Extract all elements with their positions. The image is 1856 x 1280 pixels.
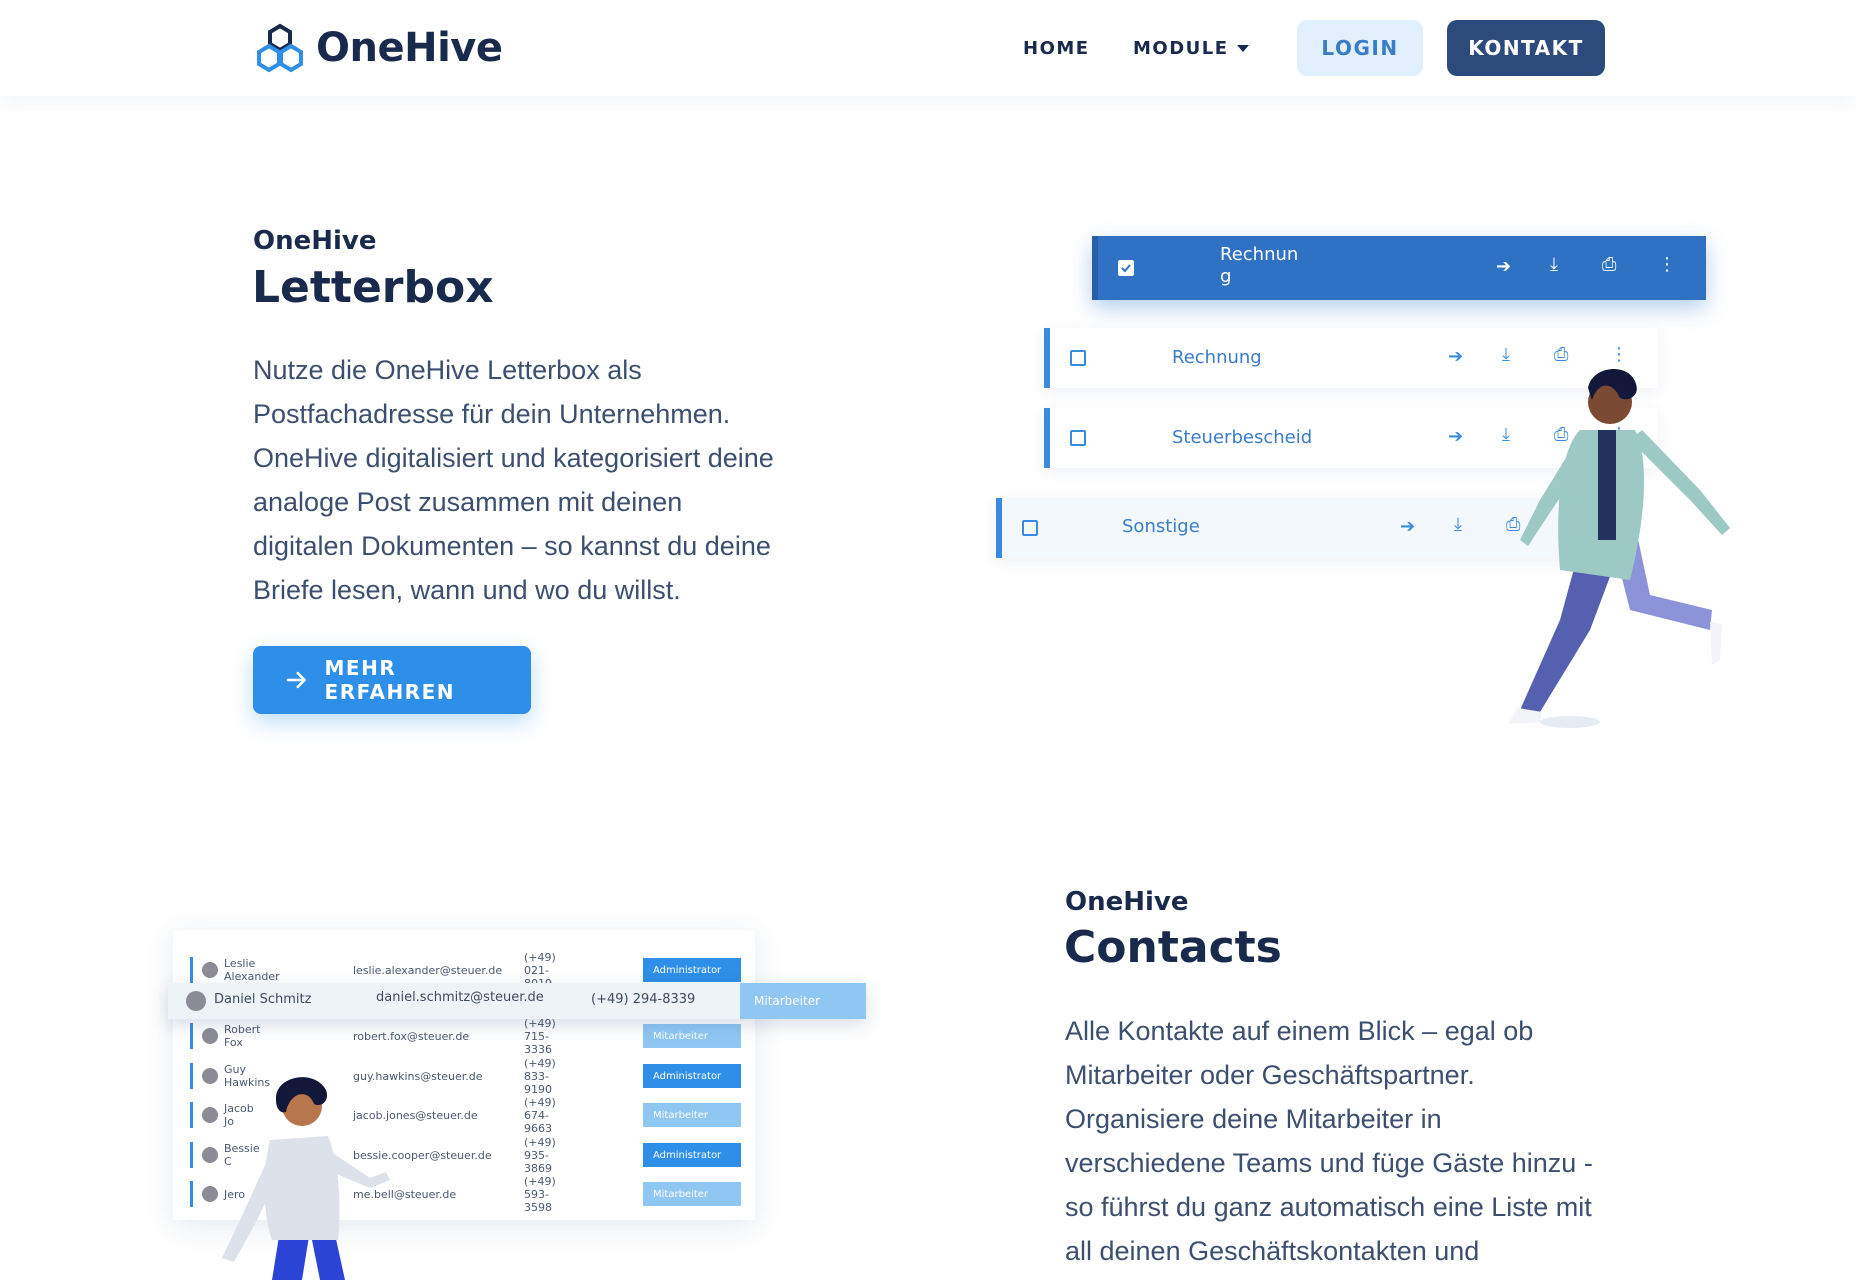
- checkbox-icon: [1070, 430, 1086, 446]
- contacts-line: verschiedene Teams und füge Gäste hinzu …: [1065, 1148, 1593, 1178]
- role-badge: Administrator: [643, 1143, 741, 1167]
- avatar: [186, 991, 206, 1011]
- row-accent: [1092, 236, 1098, 300]
- contact-name: Leslie Alexander: [224, 957, 280, 983]
- download-icon: ⤓: [1550, 254, 1558, 275]
- onehive-logo-icon: [257, 23, 303, 73]
- contacts-line: Organisiere deine Mitarbeiter in: [1065, 1104, 1442, 1134]
- avatar: [202, 962, 218, 978]
- role-badge: Mitarbeiter: [740, 983, 866, 1019]
- arrow-right-icon: ➔: [1400, 516, 1416, 537]
- contact-phone: (+49) 294-8339: [591, 992, 696, 1007]
- caret-down-icon: [1236, 45, 1249, 52]
- nav-module[interactable]: MODULE: [1133, 38, 1249, 59]
- contacts-eyebrow: OneHive: [1065, 887, 1189, 917]
- letterbox-line: OneHive digitalisiert und kategorisiert …: [253, 443, 774, 473]
- row-accent: [190, 1181, 193, 1207]
- contact-name: Daniel Schmitz: [214, 992, 312, 1007]
- doc-label-line: g: [1220, 266, 1232, 287]
- site-header: OneHive HOME MODULE LOGIN KONTAKT: [0, 0, 1856, 96]
- nav-home[interactable]: HOME: [1023, 38, 1090, 59]
- logo-text: OneHive: [316, 25, 503, 71]
- letterbox-line: analoge Post zusammen mit deinen: [253, 487, 683, 517]
- kontakt-button[interactable]: KONTAKT: [1447, 20, 1605, 76]
- checkbox-icon: [1070, 350, 1086, 366]
- doc-row-rechnung-selected: Rechnun g ➔ ⤓ ⎙ ⋮: [1092, 236, 1706, 300]
- mehr-erfahren-button[interactable]: MEHR ERFAHREN: [253, 646, 531, 714]
- logo[interactable]: OneHive: [252, 22, 503, 74]
- row-accent: [190, 1063, 193, 1089]
- contact-phone: (+49) 715-3336: [524, 1016, 556, 1056]
- contact-phone: (+49) 593-3598: [524, 1174, 556, 1214]
- checkbox-checked-icon: [1118, 260, 1134, 276]
- letterbox-line: Postfachadresse für dein Unternehmen.: [253, 399, 731, 429]
- arrow-right-icon: [286, 671, 306, 689]
- doc-label-line: Rechnun: [1220, 244, 1299, 265]
- walking-person-contacts-illustration: [222, 1077, 390, 1280]
- letterbox-title: Letterbox: [252, 262, 494, 313]
- letterbox-line: Nutze die OneHive Letterbox als: [253, 355, 642, 385]
- arrow-right-icon: ➔: [1496, 256, 1512, 277]
- role-badge: Administrator: [643, 958, 741, 982]
- print-icon: ⎙: [1602, 254, 1617, 275]
- contact-phone: (+49) 674-9663: [524, 1095, 556, 1135]
- doc-label: Steuerbescheid: [1172, 427, 1313, 448]
- contact-email: robert.fox@steuer.de: [353, 1029, 470, 1043]
- row-accent: [190, 957, 193, 983]
- row-accent: [190, 1142, 193, 1168]
- avatar: [202, 1028, 218, 1044]
- doc-label: Rechnun g: [1220, 244, 1298, 288]
- row-accent: [1044, 328, 1050, 388]
- contact-phone: (+49) 833-9190: [524, 1056, 556, 1096]
- letterbox-line: digitalen Dokumenten – so kannst du dein…: [253, 531, 771, 561]
- more-vert-icon: ⋮: [1658, 254, 1676, 275]
- contacts-description: Alle Kontakte auf einem Blick – egal ob …: [1065, 1009, 1625, 1273]
- role-badge: Mitarbeiter: [643, 1182, 741, 1206]
- doc-label: Rechnung: [1172, 347, 1262, 368]
- contacts-line: all deinen Geschäftskontakten und: [1065, 1236, 1480, 1266]
- role-badge: Administrator: [643, 1064, 741, 1088]
- contacts-title: Contacts: [1064, 922, 1282, 973]
- login-button[interactable]: LOGIN: [1297, 20, 1423, 76]
- row-accent: [190, 1102, 193, 1128]
- row-accent: [1044, 408, 1050, 468]
- doc-label: Sonstige: [1122, 516, 1200, 537]
- contacts-line: Alle Kontakte auf einem Blick – egal ob: [1065, 1016, 1534, 1046]
- contacts-line: Mitarbeiter oder Geschäftspartner.: [1065, 1060, 1475, 1090]
- row-accent: [190, 1023, 193, 1049]
- contact-email: daniel.schmitz@steuer.de: [376, 990, 544, 1005]
- role-badge: Mitarbeiter: [643, 1024, 741, 1048]
- letterbox-description: Nutze die OneHive Letterbox als Postfach…: [253, 348, 813, 612]
- mehr-erfahren-label: MEHR ERFAHREN: [324, 656, 455, 704]
- row-accent: [996, 498, 1002, 558]
- letterbox-eyebrow: OneHive: [253, 226, 377, 256]
- role-badge: Mitarbeiter: [643, 1103, 741, 1127]
- walking-person-illustration: [1508, 369, 1730, 728]
- letterbox-line: Briefe lesen, wann und wo du willst.: [253, 575, 681, 605]
- contacts-highlight-row: Daniel Schmitz daniel.schmitz@steuer.de …: [168, 983, 866, 1019]
- nav-module-label: MODULE: [1133, 38, 1229, 59]
- contact-phone: (+49) 935-3869: [524, 1135, 556, 1175]
- checkbox-icon: [1022, 520, 1038, 536]
- contact-name: Robert Fox: [224, 1023, 261, 1049]
- contacts-line: so führst du ganz automatisch eine Liste…: [1065, 1192, 1592, 1222]
- contact-email: leslie.alexander@steuer.de: [353, 963, 503, 977]
